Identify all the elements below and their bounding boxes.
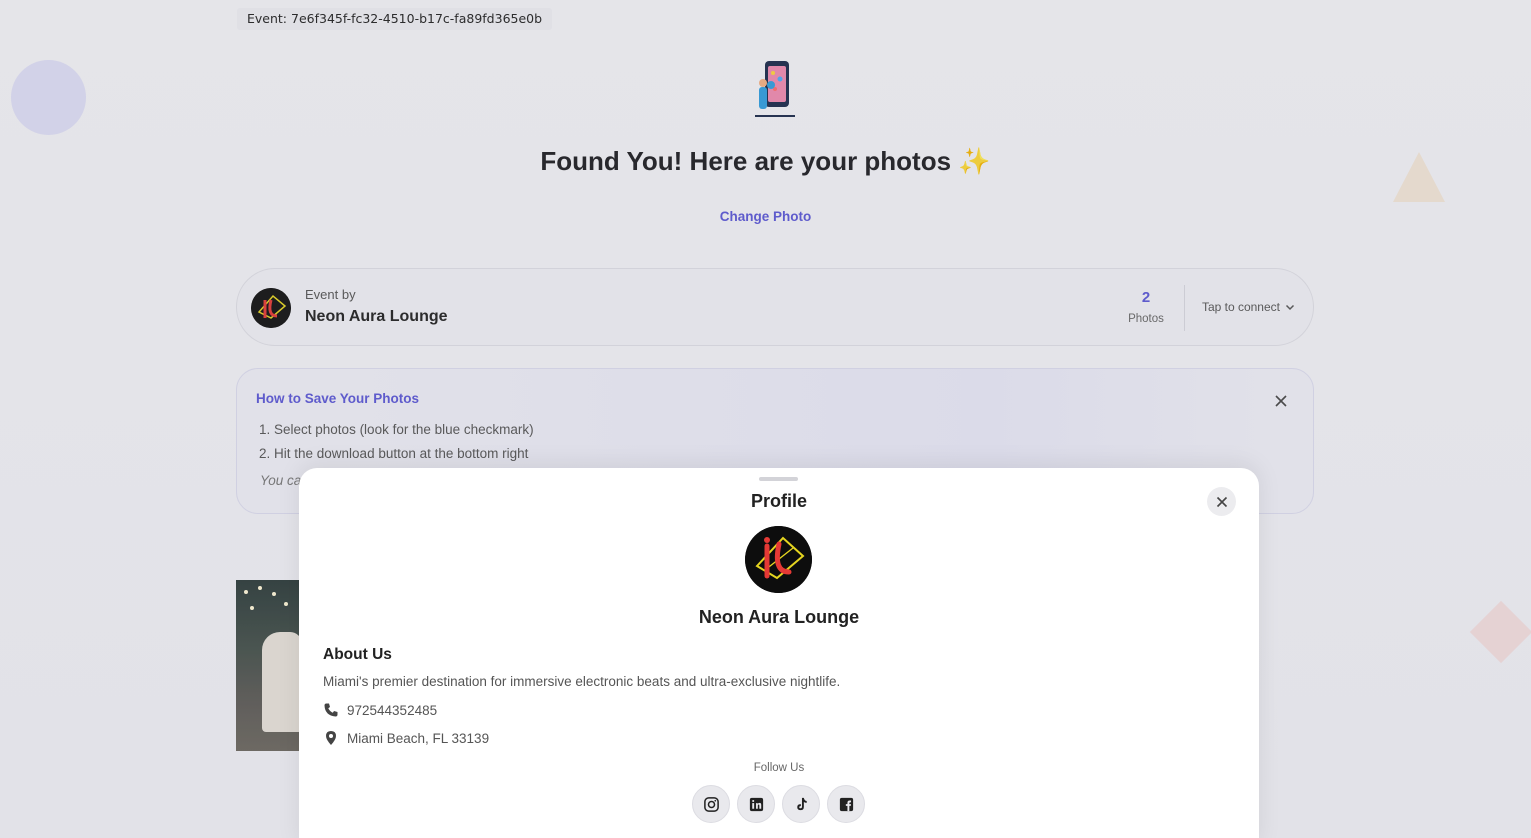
- location-row: Miami Beach, FL 33139: [323, 730, 489, 746]
- linkedin-button[interactable]: [737, 785, 775, 823]
- phone-number: 972544352485: [347, 702, 438, 718]
- tiktok-button[interactable]: [782, 785, 820, 823]
- tiktok-icon: [796, 797, 807, 810]
- location-text: Miami Beach, FL 33139: [347, 730, 490, 746]
- instagram-icon: [703, 796, 719, 812]
- phone-row[interactable]: 972544352485: [323, 702, 437, 718]
- phone-icon: [324, 703, 338, 717]
- location-pin-icon: [326, 731, 336, 745]
- sheet-title: Profile: [750, 491, 807, 511]
- profile-name: Neon Aura Lounge: [698, 607, 860, 627]
- close-button[interactable]: [1207, 487, 1236, 516]
- profile-sheet: Profile Neon Aura Lounge About Us Miami'…: [299, 468, 1259, 838]
- about-title: About Us: [323, 646, 392, 663]
- sheet-grabber[interactable]: [759, 477, 798, 481]
- follow-us-label: Follow Us: [753, 762, 805, 774]
- profile-avatar: [745, 526, 812, 593]
- facebook-icon: [839, 797, 853, 811]
- close-icon: [1216, 496, 1227, 507]
- linkedin-icon: [749, 797, 763, 811]
- about-text: Miami's premier destination for immersiv…: [323, 674, 841, 689]
- facebook-button[interactable]: [827, 785, 865, 823]
- social-links: [692, 785, 865, 823]
- instagram-button[interactable]: [692, 785, 730, 823]
